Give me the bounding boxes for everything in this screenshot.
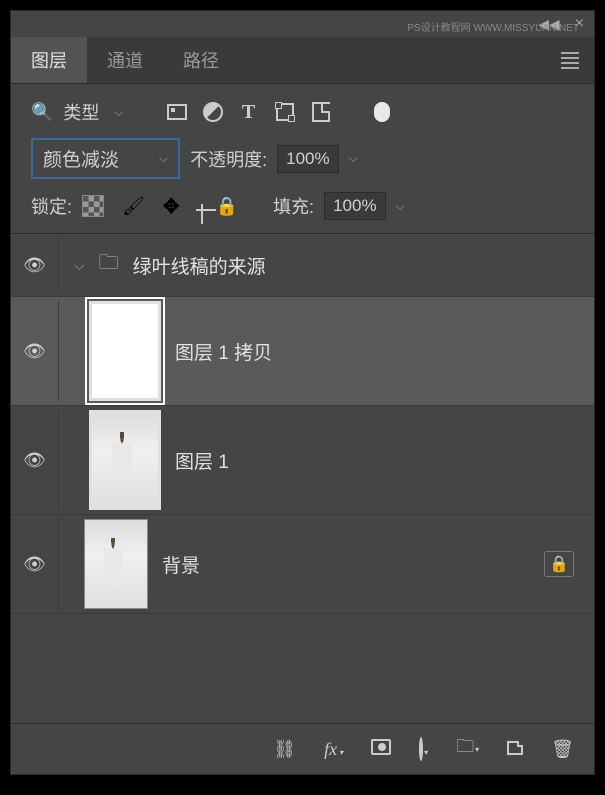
layer-group-row[interactable]: 👁 ⌵ 🗀 绿叶线稿的来源 xyxy=(11,234,594,297)
group-name[interactable]: 绿叶线稿的来源 xyxy=(133,252,266,279)
lock-badge-icon: 🔒 xyxy=(544,551,574,577)
blend-mode-value: 颜色减淡 xyxy=(43,145,119,172)
panel-tabs: 图层 通道 路径 xyxy=(11,37,594,84)
link-layers-icon[interactable]: ⛓ xyxy=(273,739,296,760)
layer-name[interactable]: 图层 1 xyxy=(175,447,229,474)
adjustment-layer-icon[interactable]: ▾ xyxy=(419,739,428,760)
visibility-icon[interactable]: 👁 xyxy=(23,341,46,362)
filter-toggle-icon[interactable] xyxy=(369,99,395,125)
blend-row: 颜色减淡 ⌵ 不透明度: 100% ⌵ xyxy=(11,133,594,187)
search-icon[interactable]: 🔍 xyxy=(31,102,53,123)
filter-pixel-icon[interactable] xyxy=(164,99,190,125)
lock-position-icon[interactable]: ✥ xyxy=(163,194,180,219)
new-layer-icon[interactable] xyxy=(507,739,523,760)
filter-type-icon[interactable]: T xyxy=(236,99,262,125)
filter-row: 🔍 类型 ⌵ T xyxy=(11,84,594,133)
layer-name[interactable]: 背景 xyxy=(162,551,200,578)
visibility-icon[interactable]: 👁 xyxy=(23,554,46,575)
tab-paths[interactable]: 路径 xyxy=(163,37,239,83)
filter-shape-icon[interactable] xyxy=(272,99,298,125)
filter-kind-label: 类型 xyxy=(63,99,99,125)
layer-row[interactable]: 👁 图层 1 xyxy=(11,406,594,515)
watermark-text: PS设计教程网 WWW.MISSYUAN.NET xyxy=(407,19,579,34)
filter-smartobject-icon[interactable] xyxy=(308,99,334,125)
chevron-down-icon: ⌵ xyxy=(114,105,123,120)
layer-name[interactable]: 图层 1 拷贝 xyxy=(175,338,272,365)
lock-label: 锁定: xyxy=(31,193,72,219)
visibility-icon[interactable]: 👁 xyxy=(23,450,46,471)
tab-channels[interactable]: 通道 xyxy=(87,37,163,83)
fill-label: 填充: xyxy=(273,193,314,219)
chevron-down-icon[interactable]: ⌵ xyxy=(396,199,405,214)
lock-image-icon[interactable]: 🖌 xyxy=(122,196,145,217)
chevron-down-icon: ⌵ xyxy=(159,151,168,166)
lock-all-icon[interactable]: 🔒 xyxy=(216,196,238,217)
layer-effects-icon[interactable]: fx▾ xyxy=(324,739,343,760)
new-group-icon[interactable]: 🗀▾ xyxy=(456,734,479,764)
layer-thumbnail[interactable] xyxy=(84,519,148,609)
folder-icon: 🗀 xyxy=(99,248,119,282)
delete-layer-icon[interactable]: 🗑 xyxy=(551,739,574,760)
panel-menu-icon[interactable] xyxy=(546,37,594,83)
layer-row[interactable]: 👁 背景 🔒 xyxy=(11,515,594,614)
chevron-down-icon[interactable]: ⌵ xyxy=(349,151,358,166)
tab-layers[interactable]: 图层 xyxy=(11,37,87,83)
layer-mask-icon[interactable] xyxy=(371,739,391,760)
blend-mode-dropdown[interactable]: 颜色减淡 ⌵ xyxy=(31,138,180,179)
layer-thumbnail[interactable] xyxy=(89,301,161,401)
opacity-value[interactable]: 100% xyxy=(277,145,338,173)
opacity-label: 不透明度: xyxy=(190,146,267,172)
lock-row: 锁定: 🖌 ✥ 🔒 填充: 100% ⌵ xyxy=(11,187,594,228)
fill-value[interactable]: 100% xyxy=(324,192,385,220)
visibility-icon[interactable]: 👁 xyxy=(23,255,46,276)
lock-transparent-icon[interactable] xyxy=(82,195,104,217)
layer-thumbnail[interactable] xyxy=(89,410,161,510)
disclosure-icon[interactable]: ⌵ xyxy=(74,257,85,274)
filter-kind-dropdown[interactable]: 类型 ⌵ xyxy=(63,99,123,125)
panel-footer: ⛓ fx▾ ▾ 🗀▾ 🗑 xyxy=(11,723,594,774)
filter-adjustment-icon[interactable] xyxy=(200,99,226,125)
layers-list: 👁 ⌵ 🗀 绿叶线稿的来源 👁 图层 1 拷贝 👁 图层 1 👁 xyxy=(11,233,594,614)
layer-row[interactable]: 👁 图层 1 拷贝 xyxy=(11,297,594,406)
